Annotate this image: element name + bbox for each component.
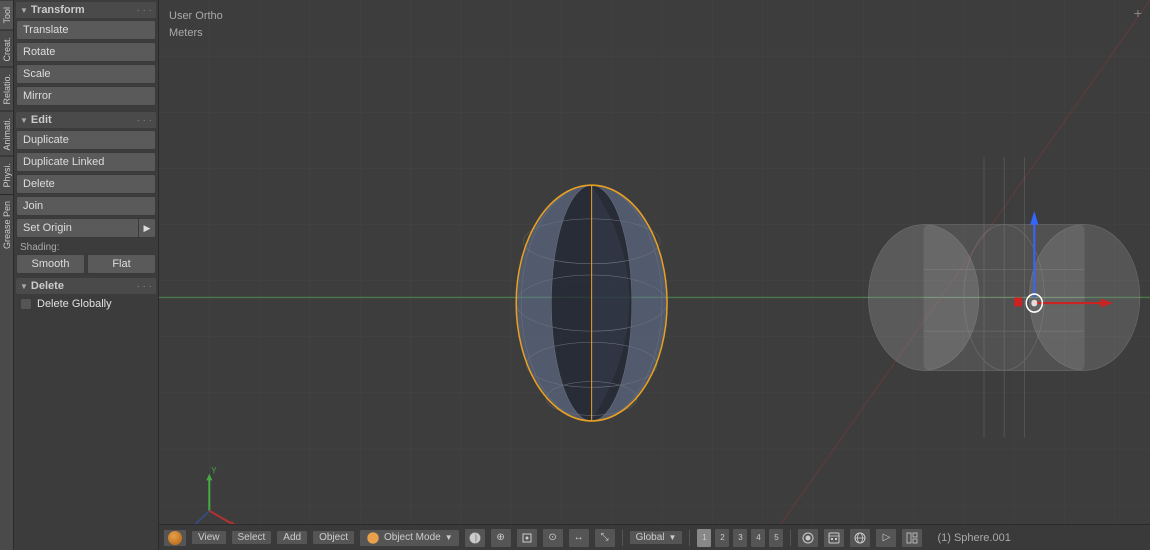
main-area: Tool Creat. Relatio. Animati. Physi. Gre…: [0, 0, 1150, 550]
viewport-shading-button[interactable]: [464, 528, 486, 548]
shading-buttons: Smooth Flat: [16, 254, 156, 274]
layer-4-button[interactable]: 4: [750, 528, 766, 548]
scene-icon: [168, 531, 182, 545]
object-mode-dropdown[interactable]: Object Mode ▼: [359, 529, 460, 547]
vtab-tool[interactable]: Tool: [0, 0, 13, 30]
object-mode-chevron: ▼: [445, 533, 453, 542]
separator-3: [790, 530, 791, 546]
select-menu-button[interactable]: Select: [231, 530, 273, 545]
set-origin-arrow-button[interactable]: ▶: [138, 218, 156, 238]
vtab-physics[interactable]: Physi.: [0, 156, 13, 194]
scene-mode-selector[interactable]: [163, 529, 187, 547]
flat-button[interactable]: Flat: [87, 254, 156, 274]
transform-dots-icon: · · ·: [136, 5, 152, 16]
layer-buttons: 1 2 3 4 5: [696, 528, 784, 548]
timeline-button[interactable]: ▷: [875, 528, 897, 548]
shading-label: Shading:: [16, 240, 156, 254]
vertical-tabs: Tool Creat. Relatio. Animati. Physi. Gre…: [0, 0, 14, 550]
world-icon: [854, 532, 866, 544]
layer-2-button[interactable]: 2: [714, 528, 730, 548]
delete-globally-checkbox[interactable]: [20, 298, 32, 310]
manipulate-button[interactable]: ⤡: [594, 528, 616, 548]
separator-2: [689, 530, 690, 546]
vtab-animation[interactable]: Animati.: [0, 111, 13, 157]
selected-object-label: (1) Sphere.001: [937, 532, 1010, 544]
vtab-grease-pen[interactable]: Grease Pen: [0, 194, 13, 255]
join-button[interactable]: Join: [16, 196, 156, 216]
delete-dots-icon: · · ·: [136, 281, 152, 292]
snap-icon: [521, 532, 533, 544]
viewport[interactable]: Y X User Ortho Meters + View Select Add …: [159, 0, 1150, 550]
pivot-point-button[interactable]: ⊕: [490, 528, 512, 548]
snap-button[interactable]: [516, 528, 538, 548]
delete-section: ▼ Delete · · · Delete Globally: [16, 278, 156, 312]
world-button[interactable]: [849, 528, 871, 548]
set-origin-row: Set Origin ▶: [16, 218, 156, 238]
corner-plus-button[interactable]: +: [1134, 5, 1142, 21]
edit-section-title: Edit: [31, 114, 52, 126]
proportional-edit-button[interactable]: ⊙: [542, 528, 564, 548]
edit-dots-icon: · · ·: [136, 115, 152, 126]
vtab-create[interactable]: Creat.: [0, 30, 13, 68]
duplicate-linked-button[interactable]: Duplicate Linked: [16, 152, 156, 172]
object-mode-label: Object Mode: [384, 532, 441, 543]
status-bar: View Select Add Object Object Mode ▼ ⊕: [159, 524, 1150, 550]
screen-layout-icon: [906, 532, 918, 544]
delete-button[interactable]: Delete: [16, 174, 156, 194]
separator-1: [622, 530, 623, 546]
rotate-button[interactable]: Rotate: [16, 42, 156, 62]
render-button[interactable]: [797, 528, 819, 548]
set-origin-button[interactable]: Set Origin: [16, 218, 138, 238]
svg-text:Y: Y: [211, 465, 217, 476]
render-icon: [802, 532, 814, 544]
delete-globally-row: Delete Globally: [16, 296, 156, 312]
global-label: Global: [636, 532, 665, 543]
transform-triangle-icon: ▼: [20, 6, 28, 15]
scale-button[interactable]: Scale: [16, 64, 156, 84]
object-mode-icon: [366, 531, 380, 545]
translate-button[interactable]: Translate: [16, 20, 156, 40]
delete-triangle-icon: ▼: [20, 282, 28, 291]
layer-3-button[interactable]: 3: [732, 528, 748, 548]
vtab-relations[interactable]: Relatio.: [0, 67, 13, 111]
screen-layout-button[interactable]: [901, 528, 923, 548]
mirror-button[interactable]: Mirror: [16, 86, 156, 106]
add-menu-button[interactable]: Add: [276, 530, 308, 545]
tool-panel: ▼ Transform · · · Translate Rotate Scale…: [14, 0, 159, 550]
transform-section-header[interactable]: ▼ Transform · · ·: [16, 2, 156, 18]
object-menu-button[interactable]: Object: [312, 530, 355, 545]
scene-settings-icon: [828, 532, 840, 544]
delete-globally-label: Delete Globally: [37, 298, 112, 310]
global-chevron: ▼: [669, 533, 677, 542]
viewport-svg: Y X: [159, 0, 1150, 550]
smooth-button[interactable]: Smooth: [16, 254, 85, 274]
duplicate-button[interactable]: Duplicate: [16, 130, 156, 150]
edit-section-header[interactable]: ▼ Edit · · ·: [16, 112, 156, 128]
sphere-shading-icon: [468, 531, 482, 545]
delete-section-header[interactable]: ▼ Delete · · ·: [16, 278, 156, 294]
scene-button[interactable]: [823, 528, 845, 548]
view-menu-button[interactable]: View: [191, 530, 227, 545]
edit-triangle-icon: ▼: [20, 116, 28, 125]
global-dropdown[interactable]: Global ▼: [629, 530, 684, 545]
layer-5-button[interactable]: 5: [768, 528, 784, 548]
transform-button[interactable]: ↔: [568, 528, 590, 548]
transform-section-title: Transform: [31, 4, 85, 16]
delete-section-title: Delete: [31, 280, 64, 292]
layer-1-button[interactable]: 1: [696, 528, 712, 548]
